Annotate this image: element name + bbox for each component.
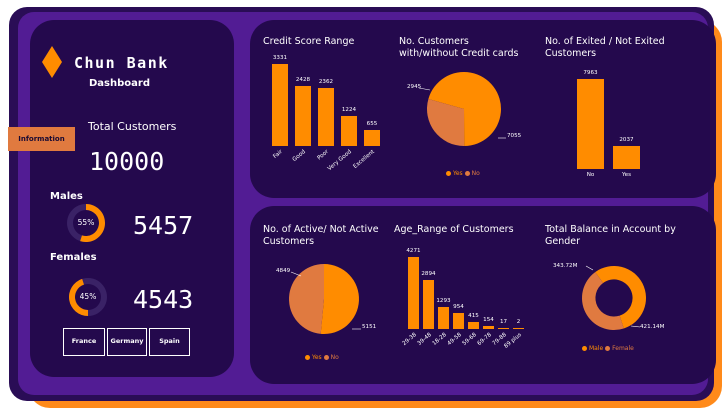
- bar-89-plus: [513, 328, 524, 329]
- legend-item: Male: [589, 345, 606, 352]
- legend-item: No: [471, 170, 480, 177]
- data-label: 5151: [362, 324, 377, 330]
- data-label: 343.72M: [553, 263, 578, 269]
- data-label: 4849: [276, 268, 291, 274]
- pie-svg: [289, 264, 359, 334]
- credit-score-title: Credit Score Range: [263, 36, 355, 47]
- data-label: 2362: [318, 78, 334, 85]
- tick-label: Yes: [621, 172, 632, 178]
- brand-name: Chun Bank: [74, 54, 169, 72]
- data-label: 2428: [295, 77, 311, 84]
- bar-69-78: [483, 326, 494, 329]
- data-label: 7055: [507, 133, 522, 139]
- data-label: 4271: [406, 248, 421, 254]
- legend-dot: [605, 346, 611, 351]
- legend-item: Female: [612, 345, 634, 352]
- data-label: 7963: [583, 70, 598, 76]
- females-pct: 45%: [79, 292, 97, 301]
- bar-poor: [318, 87, 334, 146]
- filter-germany-button[interactable]: Germany: [107, 328, 147, 356]
- legend-dot: [305, 355, 310, 360]
- legend-item: No: [330, 354, 339, 361]
- slice-no: [289, 264, 324, 334]
- males-label: Males: [50, 191, 83, 202]
- males-value: 5457: [133, 211, 194, 240]
- filter-spain-button[interactable]: Spain: [149, 328, 190, 356]
- bar-no: [577, 79, 604, 169]
- slice-yes: [320, 264, 359, 334]
- bar-good: [295, 86, 311, 146]
- data-label: 2945: [407, 84, 422, 90]
- legend-item: Yes: [312, 354, 324, 361]
- data-label: 2: [516, 319, 521, 325]
- legend: Yes No: [305, 354, 339, 361]
- females-value: 4543: [133, 285, 194, 314]
- total-customers-label: Total Customers: [88, 120, 177, 133]
- diamond-logo-icon: [42, 46, 62, 78]
- data-label: 3331: [272, 55, 288, 61]
- legend: Yes No: [446, 170, 480, 177]
- pie-svg: [582, 266, 646, 330]
- males-pct: 55%: [77, 218, 95, 227]
- balance-title: Total Balance in Account by Gender: [545, 224, 676, 247]
- legend-item: Yes: [453, 170, 465, 177]
- data-label: 954: [453, 303, 464, 310]
- legend-dot: [323, 355, 329, 360]
- bar-49-58: [453, 312, 464, 329]
- data-label: 2037: [619, 136, 634, 143]
- pie-svg: [427, 72, 501, 146]
- bar-29-38: [408, 257, 419, 329]
- exited-title: No. of Exited / Not Exited Customers: [545, 36, 665, 59]
- bar-very-good: [341, 115, 357, 146]
- bar-79-88: [498, 328, 509, 329]
- data-label: 2894: [421, 271, 436, 278]
- bar-excellent: [364, 129, 380, 146]
- legend-dot: [582, 346, 587, 351]
- legend: Male Female: [582, 345, 634, 352]
- brand-subtitle: Dashboard: [89, 78, 150, 89]
- bar-fair: [272, 64, 288, 146]
- females-label: Females: [50, 252, 97, 263]
- bar-yes: [613, 145, 640, 169]
- legend-dot: [464, 171, 470, 176]
- legend-dot: [446, 171, 451, 176]
- credit-cards-title: No. Customers with/without Credit cards: [399, 36, 519, 59]
- active-title: No. of Active/ Not Active Customers: [263, 224, 379, 247]
- information-button[interactable]: Information: [8, 127, 75, 151]
- filter-france-button[interactable]: France: [63, 328, 105, 356]
- bar-18-28: [438, 307, 449, 329]
- data-label: 655: [366, 120, 378, 127]
- data-label: 421.14M: [640, 324, 665, 330]
- bar-39-48: [423, 280, 434, 329]
- total-customers-value: 10000: [89, 147, 165, 176]
- data-label: 1224: [341, 106, 357, 113]
- age-range-title: Age_Range of Customers: [394, 224, 514, 235]
- bar-59-68: [468, 322, 479, 329]
